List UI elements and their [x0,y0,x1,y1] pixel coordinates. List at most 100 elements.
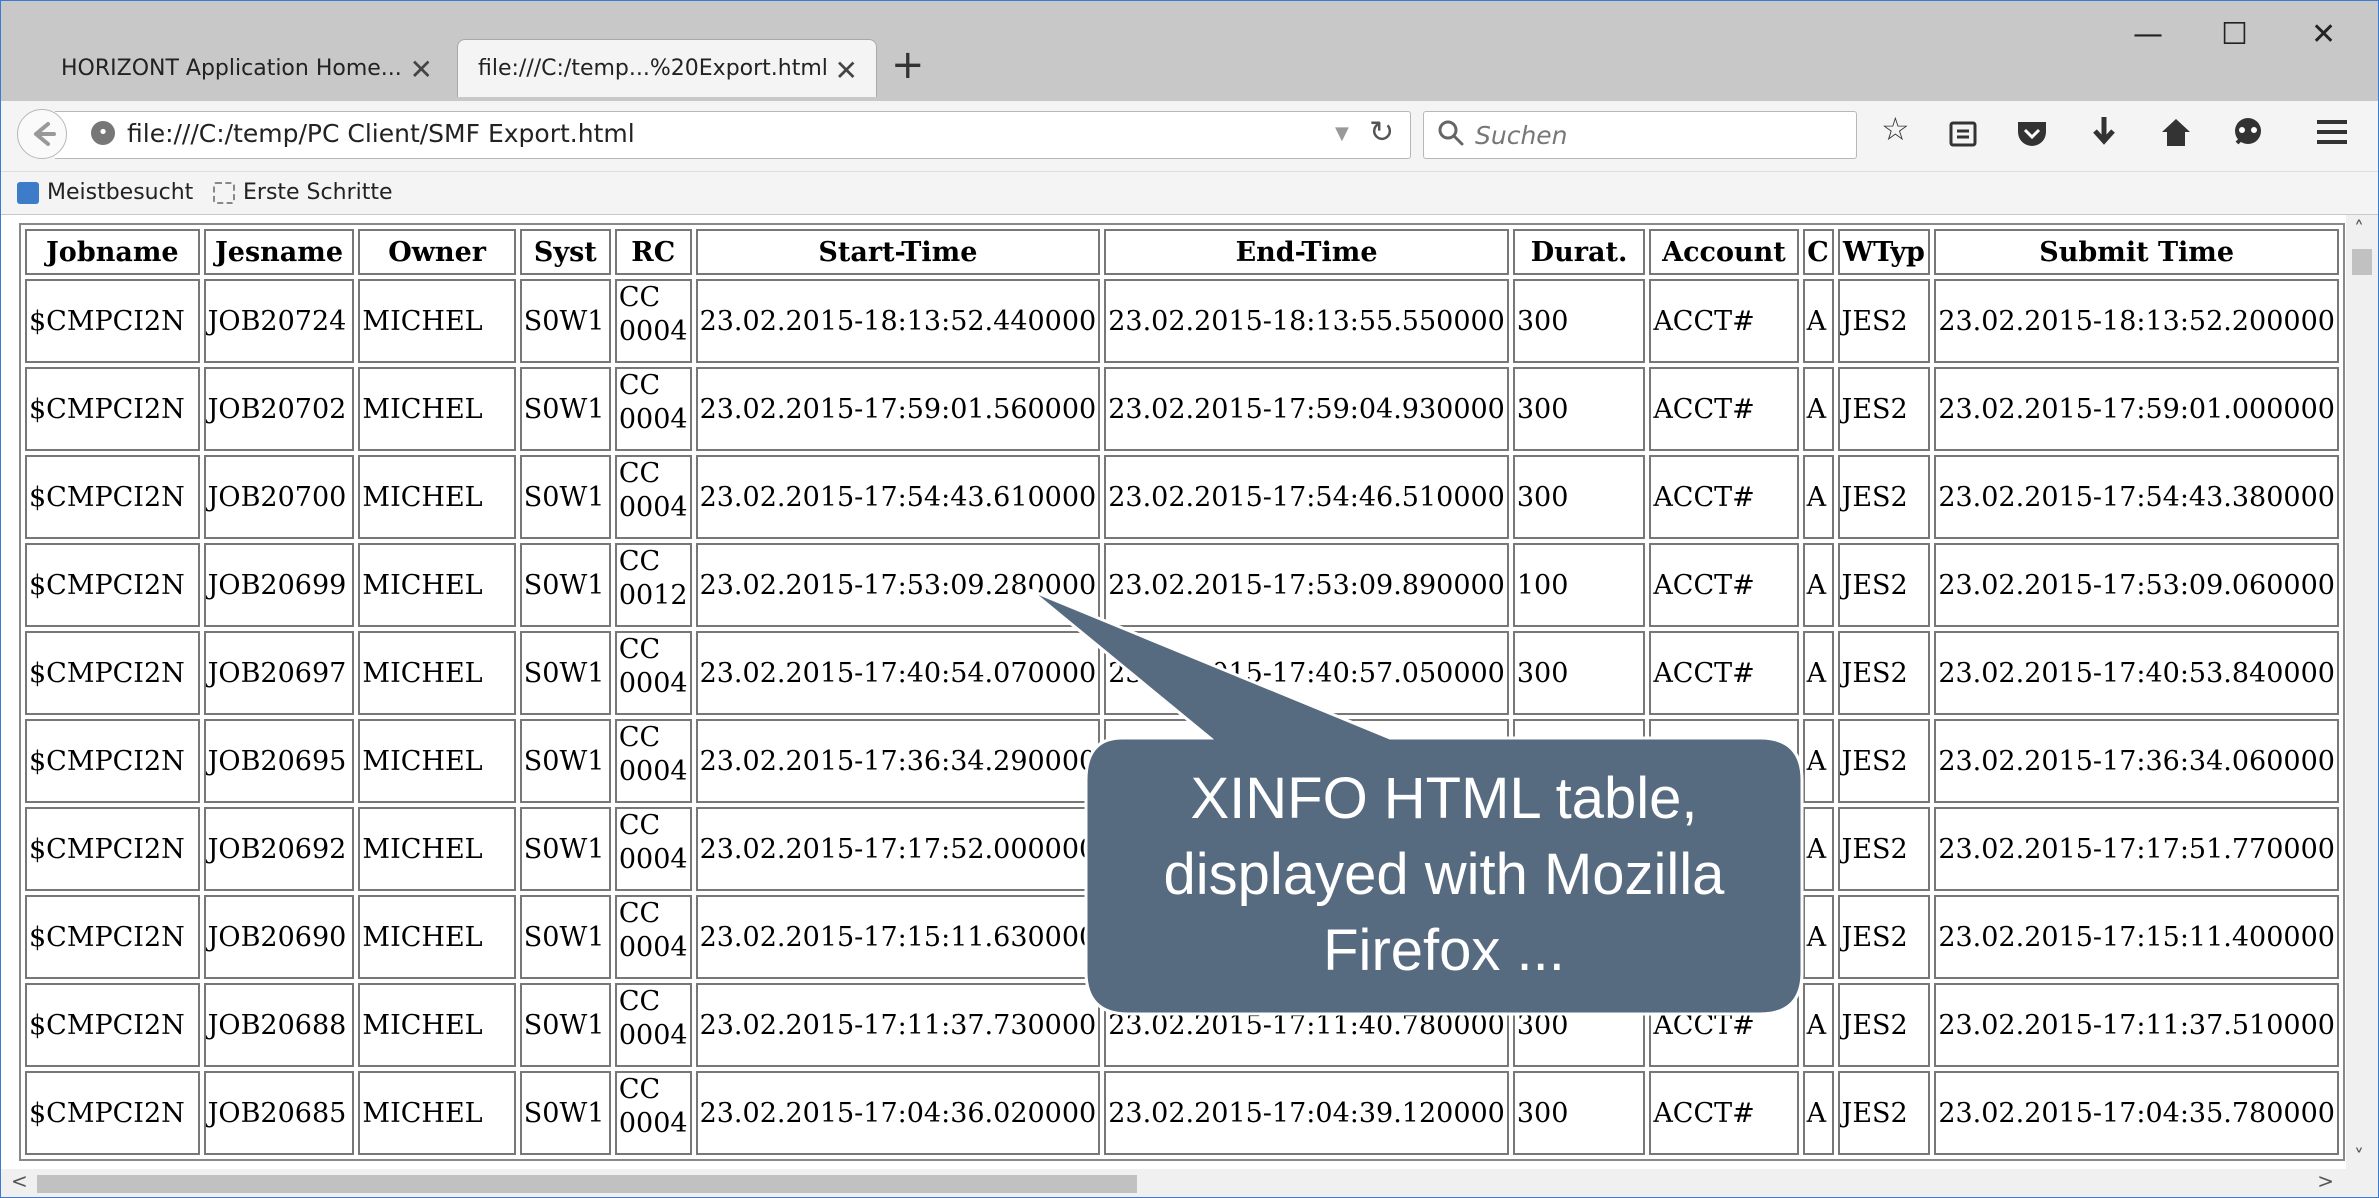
most-visited-icon [17,181,39,204]
menu-icon[interactable] [2315,117,2349,147]
reload-icon[interactable]: ↻ [1369,115,1394,150]
maximize-button[interactable]: ☐ [2221,17,2248,52]
rc-label: CC [618,282,661,313]
rc-value: 0004 [618,1108,688,1139]
table-cell: MICHEL [358,895,516,979]
rc-value: 0004 [618,404,688,435]
table-cell: JOB20699 [203,543,355,627]
callout-line: Firefox ... [1323,918,1565,983]
table-cell: A [1802,279,1834,363]
table-cell: A [1802,543,1834,627]
table-cell: MICHEL [358,543,516,627]
table-cell: JES2 [1837,455,1931,539]
table-cell: 23.02.2015-17:17:52.000000 [695,807,1101,891]
table-cell: 23.02.2015-18:13:55.550000 [1104,279,1509,363]
table-cell: 23.02.2015-17:11:37.510000 [1934,983,2339,1067]
dropdown-icon[interactable]: ▼ [1335,123,1349,144]
back-button[interactable] [17,109,67,159]
table-cell: JOB20690 [203,895,355,979]
table-cell: 23.02.2015-17:04:39.120000 [1104,1071,1509,1155]
table-cell: A [1802,367,1834,451]
search-placeholder: Suchen [1475,121,1568,150]
rc-value: 0004 [618,844,688,875]
table-cell: MICHEL [358,279,516,363]
horizontal-scroll-thumb[interactable] [37,1175,1137,1193]
table-cell: A [1802,719,1834,803]
table-cell: JES2 [1837,631,1931,715]
reading-list-icon[interactable] [1947,117,1979,149]
tab-smf-export[interactable]: file:///C:/temp...%20Export.html ✕ [457,39,877,97]
table-cell: 23.02.2015-17:36:34.060000 [1934,719,2339,803]
vertical-scrollbar[interactable]: ˄ ˅ [2346,215,2378,1171]
rc-cell: CC 0004 [614,719,692,803]
navigation-toolbar: • file:///C:/temp/PC Client/SMF Export.h… [1,101,2378,172]
horizontal-scrollbar[interactable]: < > [1,1169,2378,1197]
bookmark-most-visited[interactable]: Meistbesucht [17,180,193,205]
table-cell: JES2 [1837,367,1931,451]
table-cell: JES2 [1837,807,1931,891]
table-cell: 23.02.2015-17:59:01.560000 [695,367,1101,451]
tab-close-icon[interactable]: ✕ [835,54,858,87]
table-cell: 23.02.2015-17:54:46.510000 [1104,455,1509,539]
table-cell: $CMPCI2N [25,1071,200,1155]
table-cell: 300 [1512,1071,1646,1155]
rc-value: 0004 [618,932,688,963]
column-header: Account [1649,229,1799,275]
table-cell: $CMPCI2N [25,983,200,1067]
tab-horizont-home[interactable]: HORIZONT Application Home... ✕ [31,39,451,97]
table-cell: 23.02.2015-17:59:01.000000 [1934,367,2339,451]
home-icon[interactable] [2159,115,2193,149]
column-header: WTyp [1837,229,1931,275]
scroll-left-icon[interactable]: < [11,1169,28,1193]
bookmark-star-icon[interactable]: ☆ [1881,113,1910,145]
table-cell: MICHEL [358,631,516,715]
table-row: $CMPCI2N JOB20699 MICHEL S0W1 CC 0012 23.02.20… [25,543,2339,627]
table-cell: $CMPCI2N [25,279,200,363]
column-header: End-Time [1104,229,1509,275]
table-cell: S0W1 [519,367,611,451]
table-cell: JOB20724 [203,279,355,363]
table-cell: A [1802,895,1834,979]
new-tab-button[interactable]: + [891,45,925,85]
rc-cell: CC 0004 [614,631,692,715]
table-cell: $CMPCI2N [25,543,200,627]
table-body: $CMPCI2N JOB20724 MICHEL S0W1 CC 0004 23.02.20… [25,279,2339,1155]
table-cell: S0W1 [519,279,611,363]
rc-cell: CC 0004 [614,455,692,539]
table-cell: JES2 [1837,983,1931,1067]
bookmark-label: Meistbesucht [47,180,194,205]
table-cell: 300 [1512,455,1646,539]
table-cell: JOB20700 [203,455,355,539]
table-cell: 23.02.2015-17:40:53.840000 [1934,631,2339,715]
download-icon[interactable] [2089,115,2119,151]
url-text[interactable]: file:///C:/temp/PC Client/SMF Export.htm… [127,119,635,148]
rc-label: CC [618,546,661,577]
bookmark-first-steps[interactable]: Erste Schritte [213,180,393,205]
tab-close-icon[interactable]: ✕ [410,53,433,86]
table-cell: 100 [1512,543,1646,627]
table-cell: MICHEL [358,983,516,1067]
rc-value: 0004 [618,756,688,787]
table-cell: ACCT# [1649,367,1799,451]
table-cell: A [1802,1071,1834,1155]
rc-value: 0004 [618,492,688,523]
vertical-scroll-thumb[interactable] [2352,249,2372,275]
table-row: $CMPCI2N JOB20702 MICHEL S0W1 CC 0004 23.02.20… [25,367,2339,451]
pocket-icon[interactable] [2015,119,2049,149]
table-cell: MICHEL [358,807,516,891]
table-cell: S0W1 [519,543,611,627]
column-header: Jesname [203,229,355,275]
close-window-button[interactable]: ✕ [2311,17,2336,52]
chat-icon[interactable] [2231,115,2265,149]
tab-strip: HORIZONT Application Home... ✕ file:///C… [1,1,2378,101]
scroll-up-icon[interactable]: ˄ [2354,217,2364,241]
scroll-down-icon[interactable]: ˅ [2354,1145,2364,1169]
callout-line: displayed with Mozilla [1163,842,1725,907]
table-cell: JES2 [1837,895,1931,979]
minimize-button[interactable]: — [2133,17,2163,52]
globe-icon: • [91,121,115,145]
table-cell: 300 [1512,279,1646,363]
table-cell: S0W1 [519,807,611,891]
table-row: $CMPCI2N JOB20724 MICHEL S0W1 CC 0004 23.02.20… [25,279,2339,363]
scroll-right-icon[interactable]: > [2317,1169,2334,1193]
